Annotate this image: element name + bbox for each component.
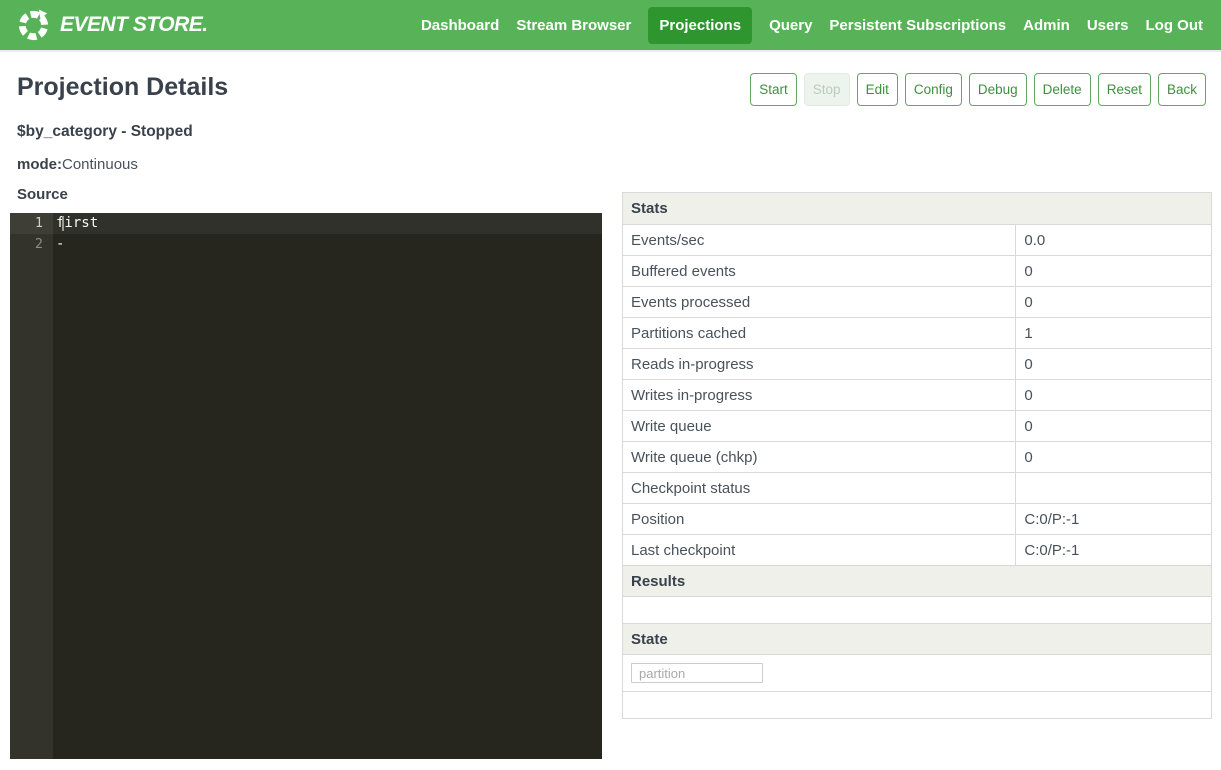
stat-label: Last checkpoint: [623, 535, 1016, 565]
stat-value: 0: [1016, 349, 1211, 379]
nav-item-users[interactable]: Users: [1087, 17, 1129, 34]
text-cursor: [62, 216, 64, 231]
debug-button[interactable]: Debug: [969, 73, 1027, 106]
nav-item-log-out[interactable]: Log Out: [1146, 17, 1203, 34]
stat-label: Writes in-progress: [623, 380, 1016, 410]
brand-text: EVENT STORE.: [60, 13, 208, 37]
nav-item-admin[interactable]: Admin: [1023, 17, 1070, 34]
table-row: Events/sec 0.0: [623, 224, 1211, 255]
delete-button[interactable]: Delete: [1034, 73, 1091, 106]
stat-value: 0.0: [1016, 225, 1211, 255]
state-section-header: State: [623, 623, 1211, 654]
table-row: Buffered events 0: [623, 255, 1211, 286]
stat-label: Write queue: [623, 411, 1016, 441]
stat-label: Buffered events: [623, 256, 1016, 286]
page-header: Projection Details Start Stop Edit Confi…: [0, 52, 1221, 106]
action-buttons: Start Stop Edit Config Debug Delete Rese…: [750, 73, 1206, 106]
code-line: 1 first: [10, 213, 602, 234]
nav-item-dashboard[interactable]: Dashboard: [421, 17, 499, 34]
main-nav: Dashboard Stream Browser Projections Que…: [421, 7, 1203, 44]
source-section: Source 1 first 2 -: [10, 185, 602, 759]
stat-value: 0: [1016, 287, 1211, 317]
stats-section-header: Stats: [623, 193, 1211, 224]
nav-item-projections[interactable]: Projections: [648, 7, 752, 44]
line-number: 2: [10, 234, 53, 255]
stat-value: C:0/P:-1: [1016, 504, 1211, 534]
back-button[interactable]: Back: [1158, 73, 1206, 106]
stat-value: 1: [1016, 318, 1211, 348]
brand-logo[interactable]: EVENT STORE.: [16, 8, 208, 43]
reset-button[interactable]: Reset: [1098, 73, 1151, 106]
stat-value: 0: [1016, 411, 1211, 441]
main-content: Source 1 first 2 - Stats Events/sec 0.0 …: [0, 185, 1221, 759]
table-row: Position C:0/P:-1: [623, 503, 1211, 534]
table-row: Writes in-progress 0: [623, 379, 1211, 410]
page-title: Projection Details: [17, 73, 228, 102]
source-code-editor[interactable]: 1 first 2 -: [10, 213, 602, 759]
stat-label: Events/sec: [623, 225, 1016, 255]
table-row: Checkpoint status: [623, 472, 1211, 503]
code-line: 2 -: [10, 234, 602, 255]
results-empty-row: [623, 596, 1211, 623]
stat-value: C:0/P:-1: [1016, 535, 1211, 565]
nav-item-stream-browser[interactable]: Stream Browser: [516, 17, 631, 34]
table-row: Reads in-progress 0: [623, 348, 1211, 379]
stat-label: Write queue (chkp): [623, 442, 1016, 472]
projection-mode: mode:Continuous: [17, 156, 1221, 173]
line-number: 1: [10, 213, 53, 234]
source-label: Source: [17, 186, 602, 203]
table-row: Partitions cached 1: [623, 317, 1211, 348]
stat-value: 0: [1016, 380, 1211, 410]
results-section-header: Results: [623, 565, 1211, 596]
table-row: Last checkpoint C:0/P:-1: [623, 534, 1211, 565]
start-button[interactable]: Start: [750, 73, 797, 106]
stat-label: Position: [623, 504, 1016, 534]
projection-name-status: $by_category - Stopped: [17, 123, 1221, 141]
stat-label: Partitions cached: [623, 318, 1016, 348]
eventstore-swirl-icon: [16, 8, 51, 43]
code-text: first: [53, 213, 98, 234]
details-panel: Stats Events/sec 0.0 Buffered events 0 E…: [622, 192, 1212, 719]
stat-label: Reads in-progress: [623, 349, 1016, 379]
nav-item-query[interactable]: Query: [769, 17, 812, 34]
stat-label: Events processed: [623, 287, 1016, 317]
details-section: Stats Events/sec 0.0 Buffered events 0 E…: [622, 192, 1212, 719]
stat-value: 0: [1016, 442, 1211, 472]
nav-item-persistent-subscriptions[interactable]: Persistent Subscriptions: [829, 17, 1006, 34]
table-row: Write queue (chkp) 0: [623, 441, 1211, 472]
top-navbar: EVENT STORE. Dashboard Stream Browser Pr…: [0, 0, 1221, 52]
stat-value: 0: [1016, 256, 1211, 286]
stat-value: [1016, 473, 1211, 503]
edit-button[interactable]: Edit: [857, 73, 898, 106]
table-row: Events processed 0: [623, 286, 1211, 317]
partition-input[interactable]: [631, 663, 763, 683]
mode-label: mode:: [17, 156, 62, 173]
code-text: -: [53, 234, 64, 255]
config-button[interactable]: Config: [905, 73, 962, 106]
table-row: Write queue 0: [623, 410, 1211, 441]
mode-value: Continuous: [62, 156, 138, 173]
partition-input-row: [623, 654, 1211, 691]
stat-label: Checkpoint status: [623, 473, 1016, 503]
state-empty-row: [623, 691, 1211, 718]
stop-button[interactable]: Stop: [804, 73, 850, 106]
